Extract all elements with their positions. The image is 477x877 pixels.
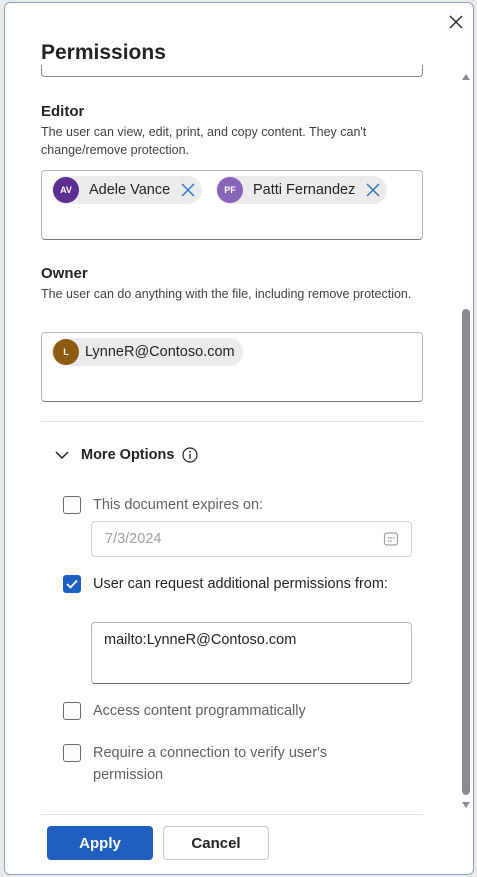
person-chip: AV Adele Vance xyxy=(52,176,203,204)
editor-description: The user can view, edit, print, and copy… xyxy=(41,125,367,157)
request-permissions-url-field[interactable]: mailto:LynneR@Contoso.com xyxy=(91,622,412,684)
remove-person-button[interactable] xyxy=(365,182,381,198)
verify-connection-label: Require a connection to verify user's pe… xyxy=(93,745,328,783)
request-permissions-label: User can request additional permissions … xyxy=(93,576,388,592)
owner-people-field[interactable]: L LynneR@Contoso.com xyxy=(41,332,423,402)
footer-divider xyxy=(41,814,423,815)
checkmark-icon xyxy=(66,579,78,589)
previous-people-field[interactable] xyxy=(41,65,423,77)
section-divider xyxy=(41,421,423,422)
programmatic-access-label: Access content programmatically xyxy=(93,703,306,719)
apply-button[interactable]: Apply xyxy=(47,826,153,860)
expires-label: This document expires on: xyxy=(93,497,264,513)
chevron-down-icon xyxy=(55,451,69,460)
permissions-scroll-region: Editor The user can view, edit, print, a… xyxy=(5,65,473,809)
editor-label: Editor xyxy=(41,103,85,120)
request-permissions-url-value: mailto:LynneR@Contoso.com xyxy=(104,632,297,648)
scroll-up-arrow-icon[interactable] xyxy=(461,73,471,81)
close-icon xyxy=(181,183,195,197)
person-name: LynneR@Contoso.com xyxy=(85,344,235,360)
expiry-date-value: 7/3/2024 xyxy=(105,531,162,547)
expiry-date-picker[interactable]: 7/3/2024 xyxy=(91,521,412,557)
editor-people-field[interactable]: AV Adele Vance PF Patti Fernandez xyxy=(41,170,423,240)
scroll-down-arrow-icon[interactable] xyxy=(461,801,471,809)
permissions-dialog: Permissions Editor The user can view, ed… xyxy=(4,2,474,875)
info-icon[interactable] xyxy=(182,447,199,463)
more-options-label: More Options xyxy=(81,447,175,463)
close-icon xyxy=(449,15,463,29)
close-icon xyxy=(366,183,380,197)
calendar-icon[interactable] xyxy=(383,531,399,547)
avatar: AV xyxy=(53,177,79,203)
scrollbar-thumb[interactable] xyxy=(462,309,470,795)
programmatic-access-checkbox[interactable] xyxy=(63,702,81,720)
verify-connection-checkbox[interactable] xyxy=(63,744,81,762)
person-name: Adele Vance xyxy=(89,182,171,198)
more-options-toggle[interactable]: More Options xyxy=(55,447,199,463)
dialog-title: Permissions xyxy=(41,41,166,64)
person-chip: L LynneR@Contoso.com xyxy=(52,338,243,366)
expires-checkbox[interactable] xyxy=(63,496,81,514)
avatar: PF xyxy=(217,177,243,203)
request-permissions-checkbox[interactable] xyxy=(63,575,81,593)
owner-label: Owner xyxy=(41,265,88,282)
person-chip: PF Patti Fernandez xyxy=(216,176,388,204)
avatar: L xyxy=(53,339,79,365)
owner-description: The user can do anything with the file, … xyxy=(41,287,412,301)
remove-person-button[interactable] xyxy=(180,182,196,198)
close-button[interactable] xyxy=(445,11,467,33)
person-name: Patti Fernandez xyxy=(253,182,356,198)
cancel-button[interactable]: Cancel xyxy=(163,826,269,860)
